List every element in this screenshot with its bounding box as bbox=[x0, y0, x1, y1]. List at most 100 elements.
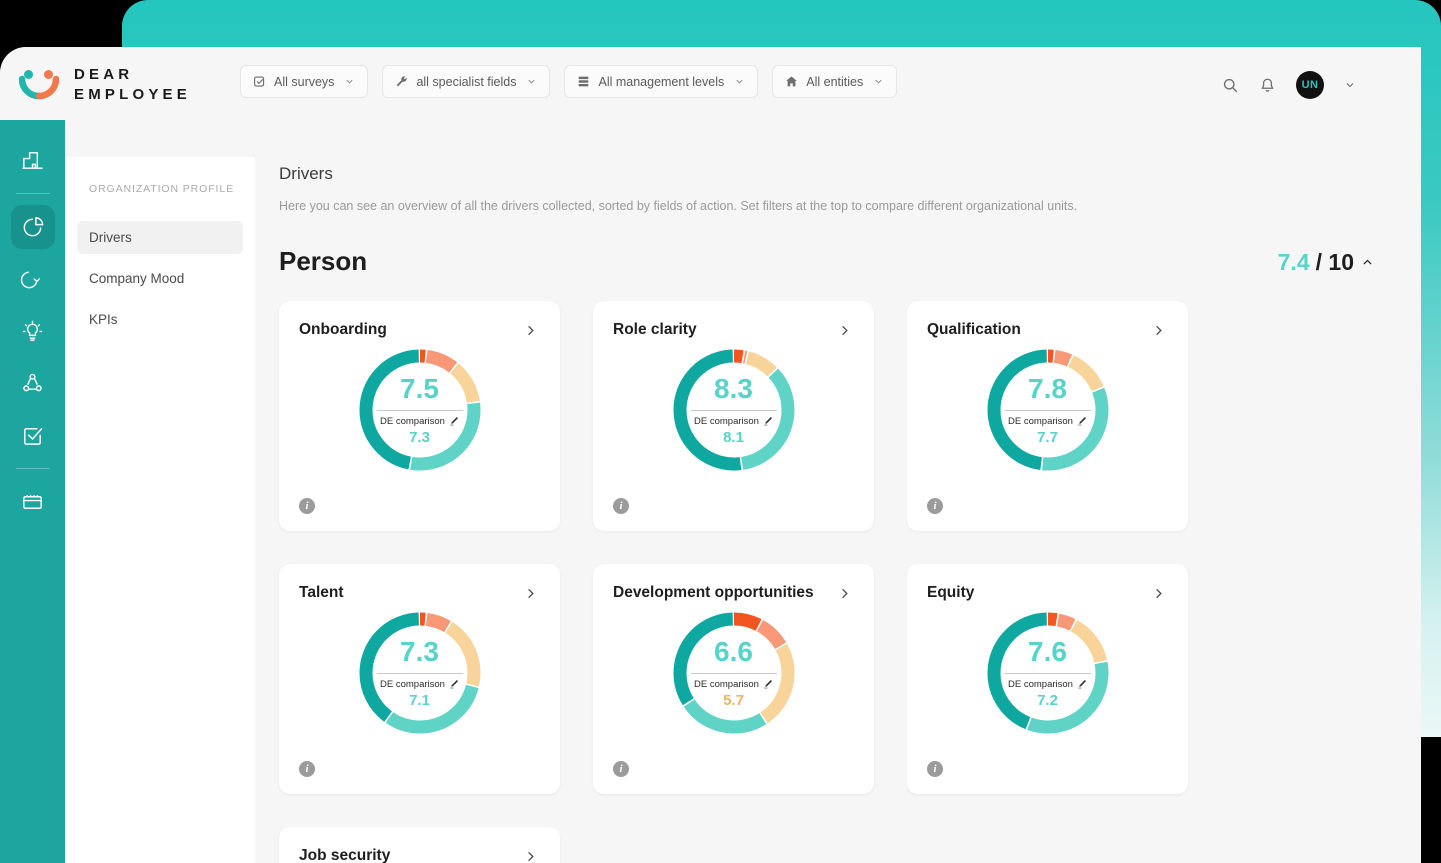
app-root: DEAR EMPLOYEE All surveys all specialist… bbox=[0, 0, 1441, 863]
chevron-right-icon[interactable] bbox=[1151, 323, 1166, 338]
driver-card[interactable]: Job security 6.7 i bbox=[279, 827, 560, 863]
donut-gauge: 7.3 DE comparison 7.1 bbox=[279, 606, 560, 740]
comparison-label: DE comparison bbox=[694, 679, 773, 690]
comparison-label-text: DE comparison bbox=[380, 678, 445, 690]
filter-management-levels[interactable]: All management levels bbox=[564, 65, 759, 98]
donut-center: 7.6 DE comparison 7.2 bbox=[981, 606, 1115, 740]
driver-card[interactable]: Talent 7.3 DE comparison 7.1 i bbox=[279, 564, 560, 794]
chevron-right-icon[interactable] bbox=[523, 586, 538, 601]
pencil-edit-icon[interactable] bbox=[1077, 679, 1087, 689]
comparison-label: DE comparison bbox=[380, 416, 459, 427]
pencil-edit-icon[interactable] bbox=[763, 679, 773, 689]
checkbox-icon bbox=[253, 75, 266, 88]
refresh-circle-icon bbox=[20, 267, 45, 292]
chevron-right-icon[interactable] bbox=[523, 849, 538, 863]
brand-line-1: DEAR bbox=[74, 66, 134, 83]
chevron-down-icon bbox=[344, 76, 355, 87]
score-value: 7.6 bbox=[1028, 635, 1067, 667]
score-value: 7.3 bbox=[400, 635, 439, 667]
driver-card[interactable]: Development opportunities 6.6 DE compari… bbox=[593, 564, 874, 794]
comparison-label-text: DE comparison bbox=[380, 415, 445, 427]
pencil-edit-icon[interactable] bbox=[763, 416, 773, 426]
avatar[interactable]: UN bbox=[1296, 71, 1324, 99]
driver-card[interactable]: Role clarity 8.3 DE comparison 8.1 i bbox=[593, 301, 874, 531]
pencil-edit-icon[interactable] bbox=[449, 416, 459, 426]
info-icon[interactable]: i bbox=[299, 761, 315, 777]
sidebar-item-drivers[interactable]: Drivers bbox=[77, 221, 243, 254]
comparison-label: DE comparison bbox=[1008, 416, 1087, 427]
comparison-label: DE comparison bbox=[380, 679, 459, 690]
pie-chart-icon bbox=[10, 205, 55, 249]
driver-card[interactable]: Qualification 7.8 DE comparison 7.7 i bbox=[907, 301, 1188, 531]
score-value: 8.3 bbox=[714, 372, 753, 404]
info-icon[interactable]: i bbox=[613, 761, 629, 777]
card-title: Qualification bbox=[927, 321, 1021, 338]
chevron-right-icon[interactable] bbox=[837, 323, 852, 338]
avatar-chevron-down-icon[interactable] bbox=[1344, 79, 1356, 91]
card-title: Development opportunities bbox=[613, 584, 814, 601]
comparison-label-text: DE comparison bbox=[694, 678, 759, 690]
chevron-down-icon bbox=[734, 76, 745, 87]
bell-icon[interactable] bbox=[1259, 77, 1276, 94]
card-title: Equity bbox=[927, 584, 975, 601]
pencil-edit-icon[interactable] bbox=[449, 679, 459, 689]
donut-gauge: 8.3 DE comparison 8.1 bbox=[593, 343, 874, 477]
driver-card[interactable]: Equity 7.6 DE comparison 7.2 i bbox=[907, 564, 1188, 794]
filter-bar: All surveys all specialist fields All ma… bbox=[240, 65, 898, 98]
filter-entities[interactable]: All entities bbox=[772, 65, 898, 98]
sidebar-item-building[interactable] bbox=[0, 134, 65, 186]
sidebar-item-tasks[interactable] bbox=[0, 409, 65, 461]
section-score: 7.4 / 10 bbox=[1278, 249, 1374, 276]
secondary-nav-title: ORGANIZATION PROFILE bbox=[89, 183, 234, 195]
rail-divider bbox=[15, 468, 50, 469]
section-title: Person bbox=[279, 246, 368, 276]
comparison-label-text: DE comparison bbox=[1008, 415, 1073, 427]
card-header: Job security bbox=[279, 827, 560, 863]
wrench-icon bbox=[395, 75, 408, 88]
section-score-max: / 10 bbox=[1315, 249, 1354, 275]
brand-logo[interactable]: DEAR EMPLOYEE bbox=[18, 65, 191, 106]
filter-label: All entities bbox=[806, 74, 864, 89]
divider bbox=[376, 672, 463, 674]
comparison-label-text: DE comparison bbox=[694, 415, 759, 427]
chevron-right-icon[interactable] bbox=[523, 323, 538, 338]
card-title: Onboarding bbox=[299, 321, 387, 338]
divider bbox=[1004, 409, 1091, 411]
pencil-edit-icon[interactable] bbox=[1077, 416, 1087, 426]
info-icon[interactable]: i bbox=[613, 498, 629, 514]
chevron-right-icon[interactable] bbox=[837, 586, 852, 601]
sidebar-item-progress[interactable] bbox=[0, 253, 65, 305]
sidebar-item-analytics[interactable] bbox=[0, 201, 65, 253]
chevron-down-icon bbox=[873, 76, 884, 87]
sidebar-item-network[interactable] bbox=[0, 357, 65, 409]
filter-all-surveys[interactable]: All surveys bbox=[240, 65, 369, 98]
card-header: Talent bbox=[279, 564, 560, 602]
brand-wordmark: DEAR EMPLOYEE bbox=[74, 65, 191, 106]
donut-center: 6.6 DE comparison 5.7 bbox=[667, 606, 801, 740]
info-icon[interactable]: i bbox=[299, 498, 315, 514]
comparison-value: 7.1 bbox=[409, 691, 430, 709]
search-icon[interactable] bbox=[1222, 77, 1239, 94]
card-title: Role clarity bbox=[613, 321, 697, 338]
sidebar-item-company-mood[interactable]: Company Mood bbox=[77, 262, 243, 295]
comparison-value: 7.3 bbox=[409, 428, 430, 446]
driver-card[interactable]: Onboarding 7.5 DE comparison 7.3 i bbox=[279, 301, 560, 531]
top-bar-actions: UN bbox=[1222, 71, 1356, 99]
info-icon[interactable]: i bbox=[927, 498, 943, 514]
divider bbox=[690, 409, 777, 411]
info-icon[interactable]: i bbox=[927, 761, 943, 777]
home-icon bbox=[785, 75, 798, 88]
filter-specialist-fields[interactable]: all specialist fields bbox=[382, 65, 551, 98]
secondary-nav: ORGANIZATION PROFILE Drivers Company Moo… bbox=[65, 157, 255, 863]
chevron-right-icon[interactable] bbox=[1151, 586, 1166, 601]
comparison-label-text: DE comparison bbox=[1008, 678, 1073, 690]
chevron-up-icon[interactable] bbox=[1361, 256, 1374, 269]
main-content: Drivers Here you can see an overview of … bbox=[255, 120, 1421, 863]
sidebar-item-insights[interactable] bbox=[0, 305, 65, 357]
sidebar-item-marketplace[interactable] bbox=[0, 476, 65, 528]
sidebar-item-kpis[interactable]: KPIs bbox=[77, 303, 243, 336]
driver-card-grid: Onboarding 7.5 DE comparison 7.3 i Role … bbox=[255, 277, 1421, 863]
store-icon bbox=[20, 490, 45, 515]
filter-label: All management levels bbox=[598, 74, 725, 89]
card-header: Development opportunities bbox=[593, 564, 874, 602]
